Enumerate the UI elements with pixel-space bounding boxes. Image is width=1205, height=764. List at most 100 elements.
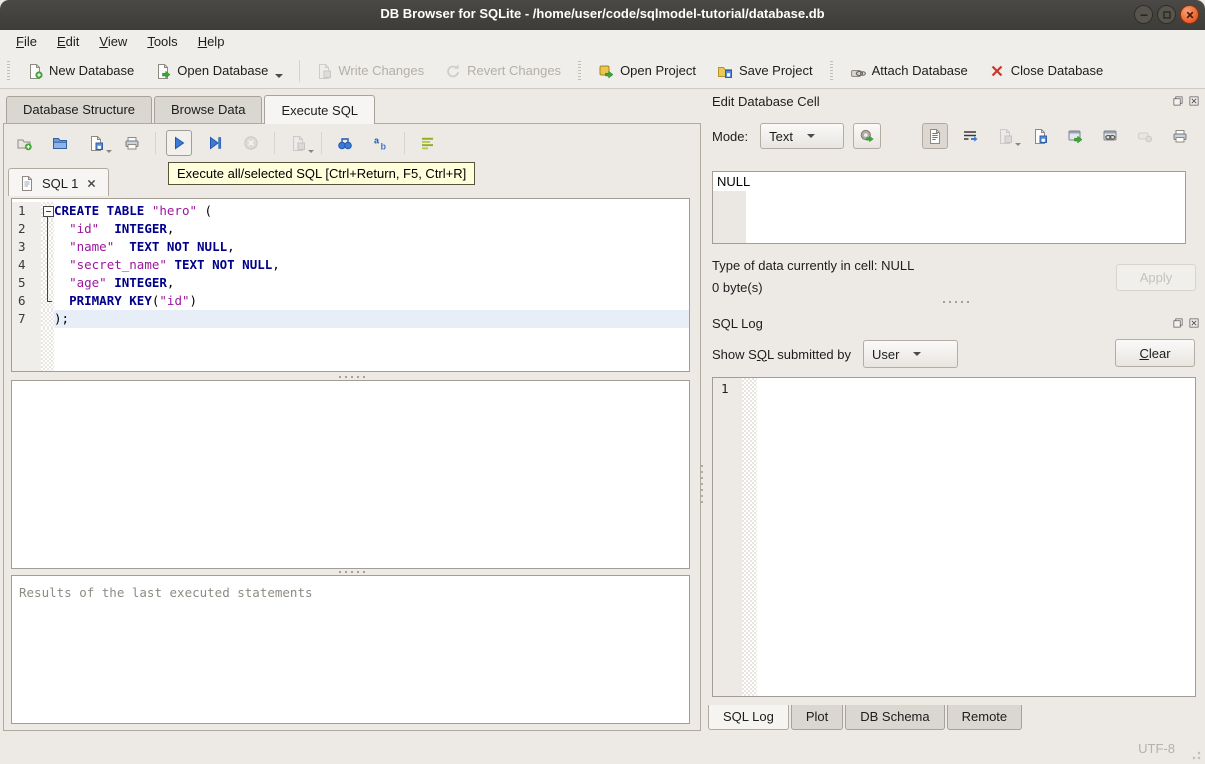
tab-execute-sql[interactable]: Execute SQL bbox=[264, 95, 376, 124]
print-icon bbox=[124, 135, 140, 151]
close-sql-tab-icon[interactable] bbox=[85, 177, 98, 190]
new-database-button[interactable]: New Database bbox=[20, 59, 141, 83]
titlebar[interactable]: DB Browser for SQLite - /home/user/code/… bbox=[0, 0, 1205, 30]
new-tab-icon bbox=[16, 135, 32, 151]
close-dock-icon[interactable] bbox=[1188, 317, 1200, 329]
minimize-button[interactable] bbox=[1134, 5, 1153, 24]
write-changes-button: Write Changes bbox=[309, 59, 431, 83]
menu-view[interactable]: View bbox=[89, 32, 137, 51]
dock-tab-plot[interactable]: Plot bbox=[790, 705, 844, 730]
open-project-button[interactable]: Open Project bbox=[591, 59, 703, 83]
close-button[interactable] bbox=[1180, 5, 1199, 24]
import-icon bbox=[997, 128, 1013, 144]
sql-log-editor[interactable]: 1 bbox=[712, 377, 1196, 697]
edit-cell-dock-header: Edit Database Cell bbox=[706, 92, 1205, 112]
code-line-7: 7); bbox=[12, 310, 689, 328]
toolbar-grip[interactable] bbox=[829, 60, 833, 81]
menu-file[interactable]: File bbox=[6, 32, 47, 51]
dock-tab-db-schema[interactable]: DB Schema bbox=[845, 705, 945, 730]
resize-grip[interactable] bbox=[1191, 750, 1201, 760]
dock-tab-sql-log[interactable]: SQL Log bbox=[708, 705, 789, 730]
autocomplete-icon: ab bbox=[373, 135, 389, 152]
toolbar-grip[interactable] bbox=[7, 60, 10, 81]
menu-tools[interactable]: Tools bbox=[137, 32, 187, 51]
code-line-3: 3 "name" TEXT NOT NULL, bbox=[12, 238, 689, 256]
attach-database-button[interactable]: Attach Database bbox=[843, 59, 975, 83]
toolbar-separator bbox=[321, 132, 322, 154]
cell-type-text: Type of data currently in cell: NULL bbox=[712, 258, 915, 273]
dock-tab-remote[interactable]: Remote bbox=[946, 705, 1023, 730]
code-line-4: 4 "secret_name" TEXT NOT NULL, bbox=[12, 256, 689, 274]
format-button[interactable] bbox=[415, 130, 441, 156]
find-replace-button[interactable] bbox=[332, 130, 358, 156]
chevron-down-icon bbox=[308, 150, 314, 153]
menu-help[interactable]: Help bbox=[188, 32, 235, 51]
cell-content: NULL bbox=[717, 174, 751, 189]
fold-margin[interactable] bbox=[41, 202, 54, 220]
set-null-icon bbox=[1137, 128, 1153, 144]
sql-log-title: SQL Log bbox=[712, 316, 763, 331]
results-placeholder: Results of the last executed statements bbox=[19, 585, 313, 600]
filter-label: Show SQL submitted by bbox=[712, 346, 851, 362]
menubar: File Edit View Tools Help bbox=[0, 30, 1205, 53]
open-database-button[interactable]: Open Database bbox=[148, 59, 290, 83]
statusbar: UTF-8 bbox=[0, 734, 1205, 764]
execute-all-button[interactable] bbox=[166, 130, 192, 156]
word-wrap-button[interactable] bbox=[957, 123, 983, 149]
menu-edit[interactable]: Edit bbox=[47, 32, 89, 51]
splitter-handle[interactable] bbox=[4, 374, 700, 379]
cell-mode-row: Mode: Text bbox=[712, 122, 1195, 150]
sql-doc-tabbar: SQL 1 bbox=[8, 168, 110, 198]
results-message-pane: Results of the last executed statements bbox=[11, 575, 690, 724]
stop-button bbox=[238, 130, 264, 156]
clear-button[interactable]: Clear bbox=[1115, 339, 1195, 367]
fold-margin bbox=[41, 292, 54, 310]
sql-code-editor[interactable]: 1 CREATE TABLE "hero" (2 "id" INTEGER, 3 "… bbox=[11, 198, 690, 372]
fold-margin bbox=[41, 256, 54, 274]
window-title: DB Browser for SQLite - /home/user/code/… bbox=[380, 6, 825, 21]
float-dock-icon[interactable] bbox=[1172, 317, 1184, 329]
save-project-button[interactable]: Save Project bbox=[710, 59, 820, 83]
autocomplete-button[interactable]: ab bbox=[368, 130, 394, 156]
tab-browse-data[interactable]: Browse Data bbox=[154, 96, 263, 123]
print-button[interactable] bbox=[119, 130, 145, 156]
window-controls bbox=[1134, 5, 1199, 24]
close-dock-icon[interactable] bbox=[1188, 95, 1200, 107]
fold-margin bbox=[41, 220, 54, 238]
print-icon bbox=[1172, 128, 1188, 144]
dock-splitter-handle[interactable] bbox=[706, 299, 1205, 305]
splitter-handle[interactable] bbox=[4, 569, 700, 574]
maximize-button[interactable] bbox=[1157, 5, 1176, 24]
mode-select[interactable]: Text bbox=[760, 123, 845, 149]
toolbar-grip[interactable] bbox=[578, 60, 582, 81]
open-sql-file-button[interactable] bbox=[47, 130, 73, 156]
text-doc-button[interactable] bbox=[922, 123, 948, 149]
gear-icon bbox=[859, 128, 875, 144]
execute-line-button[interactable] bbox=[202, 130, 228, 156]
sql-toolbar: ab bbox=[11, 128, 441, 158]
save-sql-file-button[interactable] bbox=[83, 130, 112, 156]
tab-database-structure[interactable]: Database Structure bbox=[6, 96, 153, 123]
open-project-icon bbox=[598, 63, 614, 79]
line-number: 1 bbox=[12, 202, 41, 220]
panel-splitter-handle[interactable] bbox=[701, 465, 703, 507]
sql-document-tab[interactable]: SQL 1 bbox=[8, 168, 110, 196]
save-project-icon bbox=[717, 63, 733, 79]
link-button[interactable] bbox=[1097, 123, 1123, 149]
sql-log-filter-row: Show SQL submitted by User Clear bbox=[712, 339, 1195, 369]
sql-log-dock-header: SQL Log bbox=[706, 314, 1205, 334]
open-sql-file-icon bbox=[52, 135, 68, 151]
save-sql-file-icon bbox=[88, 135, 104, 151]
external-app-button[interactable] bbox=[1062, 123, 1088, 149]
save-as-button[interactable] bbox=[1027, 123, 1053, 149]
print-button[interactable] bbox=[1167, 123, 1193, 149]
apply-settings-button[interactable] bbox=[853, 123, 882, 149]
new-tab-button[interactable] bbox=[11, 130, 37, 156]
close-database-button[interactable]: Close Database bbox=[982, 59, 1111, 83]
cell-editor-gutter bbox=[713, 191, 746, 243]
float-dock-icon[interactable] bbox=[1172, 95, 1184, 107]
submitted-by-select[interactable]: User bbox=[863, 340, 958, 368]
code-line-empty bbox=[12, 328, 689, 371]
fold-margin bbox=[41, 274, 54, 292]
cell-editor[interactable]: NULL bbox=[712, 171, 1186, 244]
